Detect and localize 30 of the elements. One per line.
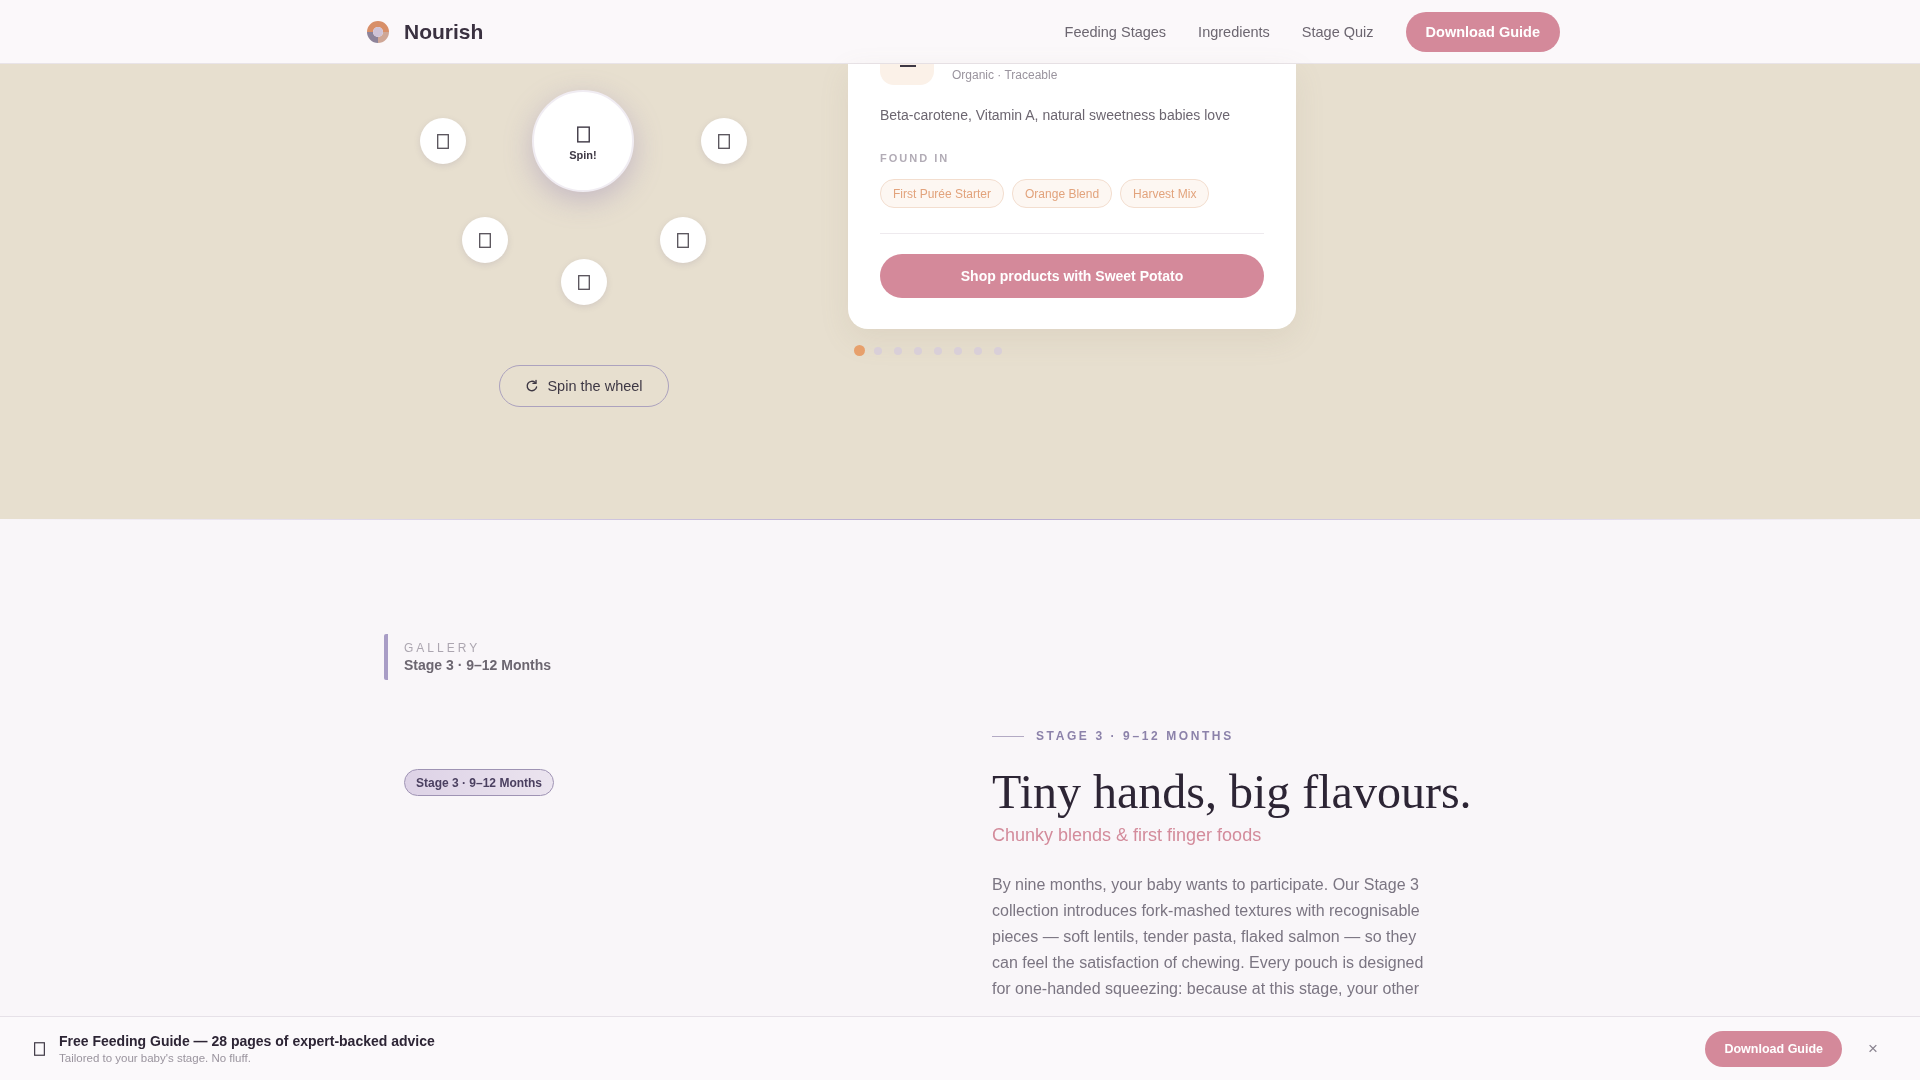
stage-eyebrow: STAGE 3 · 9–12 MONTHS <box>1036 728 1234 744</box>
download-guide-button[interactable]: Download Guide <box>1405 11 1560 52</box>
square-icon <box>34 1041 45 1056</box>
gallery-label: GALLERY <box>404 640 482 656</box>
nav-link[interactable]: Feeding Stages <box>1064 23 1167 40</box>
download-guide-button[interactable]: Download Guide <box>1705 1030 1843 1067</box>
stage-badge: Stage 3 · 9–12 Months <box>404 769 555 796</box>
nav-link[interactable]: Stage Quiz <box>1301 23 1374 40</box>
product-tag[interactable]: Orange Blend <box>1012 179 1113 208</box>
stage-heading: Tiny hands, big flavours. <box>992 765 1473 818</box>
ingredient-meta: Organic · Traceable <box>952 67 1058 82</box>
close-button[interactable]: × <box>1864 1038 1882 1059</box>
product-tag[interactable]: First Purée Starter <box>880 179 1005 208</box>
ingredient-description: Beta-carotene, Vitamin A, natural sweetness babies love <box>880 106 1231 125</box>
gallery-title: Stage 3 · 9–12 Months <box>404 656 552 674</box>
logo-icon[interactable] <box>366 19 390 44</box>
banner-title: Free Feeding Guide — 28 pages of expert-backed advice <box>59 1031 436 1050</box>
brand-name[interactable]: Nourish <box>404 19 484 44</box>
stage-description: By nine months, your baby wants to participate. Our Stage 3 collection introduces fork-mashed textures with recognisable pieces — soft lentils, tender pasta, flaked salmon — so they can feel the satisfaction of chewing. Every pouch is designed for one-handed squeezing: because at this stage, your other <box>992 875 1425 999</box>
stage-subheading: Chunky blends & first finger foods <box>992 824 1263 847</box>
found-in-label: FOUND IN <box>880 151 951 166</box>
banner-subtitle: Tailored to your baby's stage. No fluff. <box>59 1050 252 1066</box>
spin-button[interactable]: Spin! <box>532 90 634 192</box>
shop-button[interactable]: Shop products with Sweet Potato <box>880 254 1264 298</box>
tile-icon <box>880 64 934 85</box>
carousel-dot[interactable] <box>854 345 865 356</box>
refresh-icon <box>525 379 540 393</box>
nav-link[interactable]: Ingredients <box>1198 23 1270 40</box>
product-tag[interactable]: Harvest Mix <box>1120 179 1210 208</box>
square-icon <box>576 125 590 143</box>
